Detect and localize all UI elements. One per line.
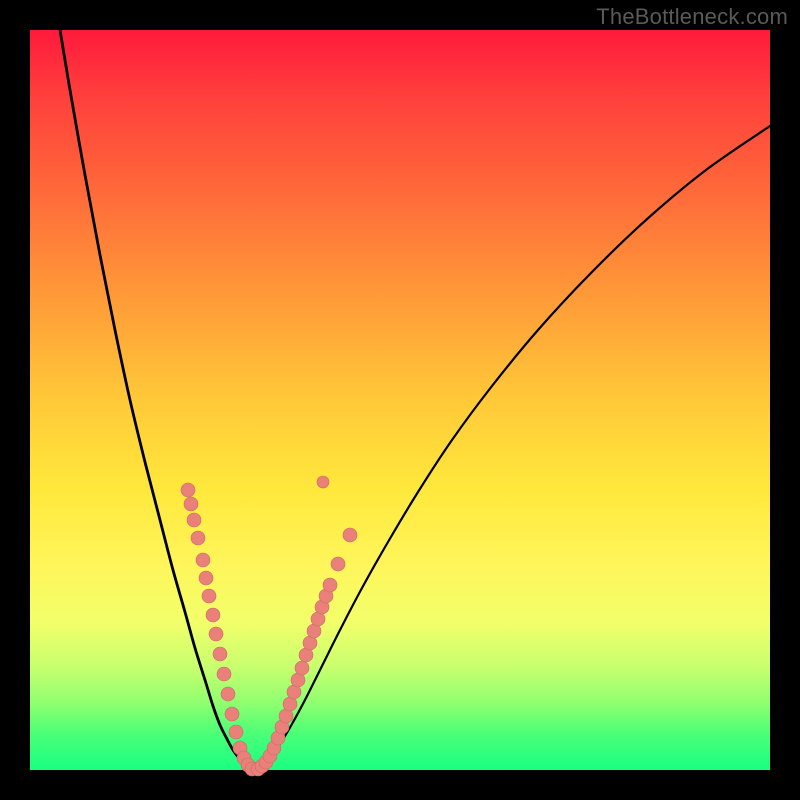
left-curve: [60, 30, 255, 770]
data-dot: [184, 497, 198, 511]
data-dot: [196, 553, 210, 567]
data-dot: [229, 725, 243, 739]
data-dot: [331, 557, 345, 571]
data-dot: [209, 627, 223, 641]
data-dot: [225, 707, 239, 721]
data-dot: [317, 476, 329, 488]
data-dot: [181, 483, 195, 497]
data-dot: [191, 531, 205, 545]
chart-container: TheBottleneck.com: [0, 0, 800, 800]
plot-area: [30, 30, 770, 770]
data-dot: [187, 513, 201, 527]
chart-svg: [30, 30, 770, 770]
data-dot: [323, 578, 337, 592]
data-dot: [206, 608, 220, 622]
data-dots: [181, 476, 357, 776]
watermark-text: TheBottleneck.com: [596, 4, 788, 30]
data-dot: [199, 571, 213, 585]
data-dot: [213, 647, 227, 661]
data-dot: [295, 661, 309, 675]
data-dot: [343, 528, 357, 542]
data-dot: [221, 687, 235, 701]
right-curve: [255, 126, 770, 770]
data-dot: [202, 589, 216, 603]
data-dot: [217, 667, 231, 681]
